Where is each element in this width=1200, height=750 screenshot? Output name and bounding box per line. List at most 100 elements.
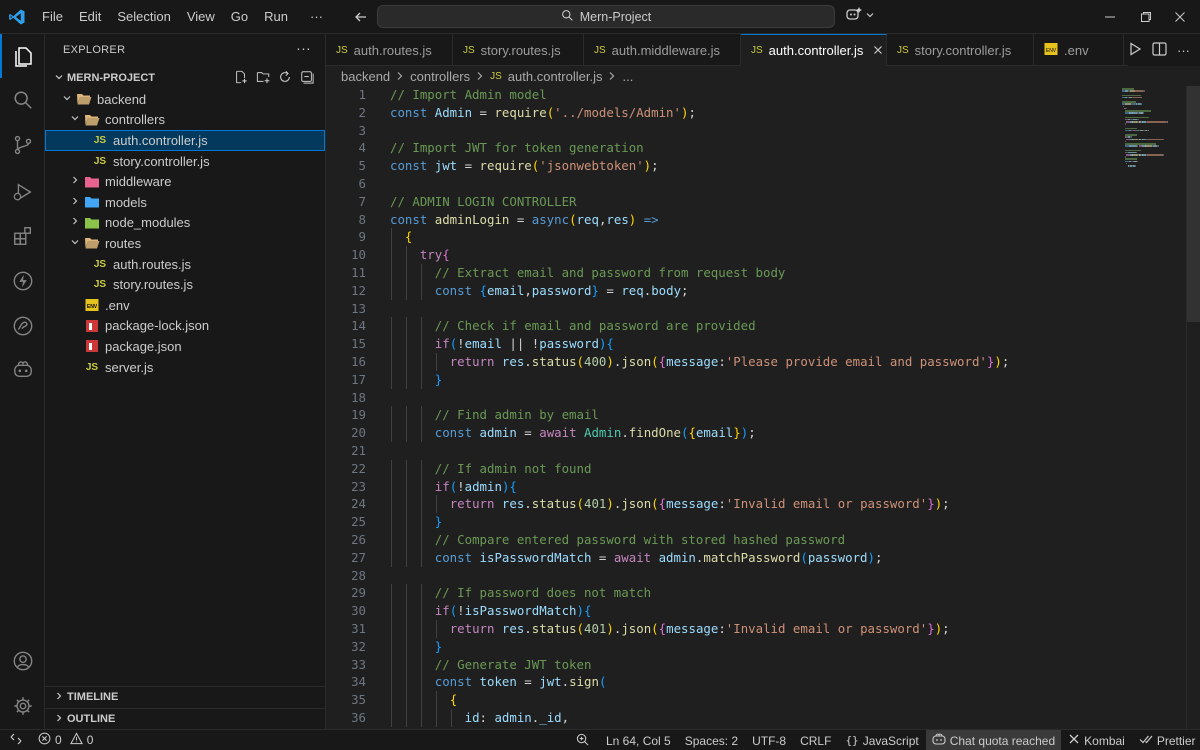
indentation[interactable]: Spaces: 2 [678, 730, 745, 750]
code-line[interactable]: 33 // Generate JWT token [326, 655, 1116, 674]
search-icon[interactable] [0, 78, 45, 122]
code-line[interactable]: 5 const jwt = require('jsonwebtoken'); [326, 157, 1116, 175]
scrollbar-thumb[interactable] [1187, 86, 1200, 322]
tree-item-story-routes-js[interactable]: JS story.routes.js [45, 274, 325, 295]
menu-selection[interactable]: Selection [109, 0, 178, 34]
menu-more-button[interactable]: ··· [302, 0, 331, 34]
tree-item-env[interactable]: ENV .env [45, 295, 325, 316]
back-arrow-icon[interactable] [349, 5, 373, 29]
tab-auth-routes[interactable]: JS auth.routes.js [326, 34, 453, 66]
prettier-status[interactable]: Prettier [1132, 730, 1200, 750]
code-line[interactable]: 30 if(!isPasswordMatch){ [326, 602, 1116, 620]
tree-item-backend[interactable]: backend [45, 89, 325, 110]
run-file-icon[interactable] [1128, 41, 1142, 59]
tree-item-node-modules[interactable]: node_modules [45, 213, 325, 234]
code-line[interactable]: 34 const token = jwt.sign( [326, 673, 1116, 692]
minimize-button[interactable] [1090, 0, 1130, 34]
code-line[interactable]: 31 return res.status(401).json({message:… [326, 620, 1116, 638]
lightning-icon[interactable] [0, 259, 45, 303]
code-line[interactable]: 6 [326, 175, 1116, 193]
code-line[interactable]: 7 // ADMIN LOGIN CONTROLLER [326, 193, 1116, 211]
tree-item-story-controller-js[interactable]: JS story.controller.js [45, 151, 325, 172]
code-line[interactable]: 18 [326, 389, 1116, 407]
tree-item-auth-routes-js[interactable]: JS auth.routes.js [45, 254, 325, 275]
tree-item-controllers[interactable]: controllers [45, 110, 325, 131]
tree-item-models[interactable]: models [45, 192, 325, 213]
breadcrumb-file[interactable]: auth.controller.js [508, 69, 603, 84]
tab-auth-controller[interactable]: JS auth.controller.js [741, 34, 887, 66]
code-line[interactable]: 23 if(!admin){ [326, 477, 1116, 496]
close-window-button[interactable] [1160, 0, 1200, 34]
code-line[interactable]: 35 { [326, 691, 1116, 709]
explorer-icon[interactable] [0, 34, 45, 78]
project-header[interactable]: MERN-PROJECT [45, 67, 325, 89]
new-folder-icon[interactable] [255, 69, 271, 85]
menu-file[interactable]: File [34, 0, 71, 34]
breadcrumb-backend[interactable]: backend [341, 69, 390, 84]
collapse-all-icon[interactable] [299, 69, 315, 85]
line-ending[interactable]: CRLF [793, 730, 838, 750]
tree-item-middleware[interactable]: middleware [45, 171, 325, 192]
code-line[interactable]: 13 [326, 300, 1116, 318]
chat-quota-status[interactable]: Chat quota reached [925, 730, 1062, 750]
code-line[interactable]: 11 // Extract email and password from re… [326, 264, 1116, 282]
tab-env[interactable]: ENV .env [1034, 34, 1124, 66]
run-debug-icon[interactable] [0, 170, 45, 214]
code-line[interactable]: 16 return res.status(400).json({message:… [326, 353, 1116, 371]
code-editor[interactable]: 1 // Import Admin model 2 const Admin = req… [326, 86, 1200, 729]
menu-edit[interactable]: Edit [71, 0, 109, 34]
close-tab-icon[interactable] [873, 43, 883, 58]
code-line[interactable]: 28 [326, 567, 1116, 585]
code-line[interactable]: 12 const {email,password} = req.body; [326, 281, 1116, 300]
zoom-button[interactable] [566, 730, 599, 750]
source-control-icon[interactable] [0, 123, 45, 167]
command-center-search[interactable]: Mern-Project [377, 5, 835, 28]
copilot-menu-button[interactable] [845, 6, 875, 25]
timeline-section[interactable]: TIMELINE [45, 686, 326, 707]
code-line[interactable]: 8 const adminLogin = async(req,res) => [326, 211, 1116, 229]
tab-story-routes[interactable]: JS story.routes.js [453, 34, 584, 66]
refresh-icon[interactable] [277, 69, 293, 85]
tree-item-package-lock-json[interactable]: package-lock.json [45, 316, 325, 337]
code-line[interactable]: 1 // Import Admin model [326, 86, 1116, 104]
encoding[interactable]: UTF-8 [745, 730, 793, 750]
code-line[interactable]: 24 return res.status(401).json({message:… [326, 495, 1116, 514]
more-actions-icon[interactable]: ··· [296, 40, 311, 56]
language-mode[interactable]: {} JavaScript [838, 730, 925, 750]
more-actions-icon[interactable]: ··· [1177, 43, 1190, 58]
tree-item-routes[interactable]: routes [45, 233, 325, 254]
code-line[interactable]: 26 // Compare entered password with stor… [326, 531, 1116, 549]
code-line[interactable]: 4 // Import JWT for token generation [326, 139, 1116, 157]
code-line[interactable]: 19 // Find admin by email [326, 406, 1116, 425]
tab-story-controller[interactable]: JS story.controller.js [887, 34, 1034, 66]
docker-icon[interactable] [0, 304, 45, 348]
code-line[interactable]: 15 if(!email || !password){ [326, 335, 1116, 353]
outline-section[interactable]: OUTLINE [45, 708, 326, 729]
code-line[interactable]: 3 [326, 122, 1116, 140]
breadcrumb-symbol[interactable]: ... [622, 69, 633, 84]
code-line[interactable]: 25 } [326, 513, 1116, 531]
cursor-position[interactable]: Ln 64, Col 5 [599, 730, 678, 750]
code-line[interactable]: 22 // If admin not found [326, 459, 1116, 478]
tab-auth-middleware[interactable]: JS auth.middleware.js [584, 34, 741, 66]
code-line[interactable]: 20 const admin = await Admin.findOne({em… [326, 424, 1116, 442]
problems-indicator[interactable]: 0 0 [32, 730, 99, 750]
code-line[interactable]: 32 } [326, 637, 1116, 656]
minimap[interactable] [1120, 86, 1186, 186]
code-line[interactable]: 17 } [326, 370, 1116, 389]
extensions-icon[interactable] [0, 214, 45, 258]
code-line[interactable]: 36 id: admin._id, [326, 709, 1116, 727]
split-editor-icon[interactable] [1152, 41, 1167, 59]
code-line[interactable]: 10 try{ [326, 246, 1116, 264]
settings-gear-icon[interactable] [0, 684, 45, 728]
code-line[interactable]: 9 { [326, 228, 1116, 247]
menu-view[interactable]: View [179, 0, 223, 34]
code-line[interactable]: 2 const Admin = require('../models/Admin'… [326, 104, 1116, 122]
new-file-icon[interactable] [233, 69, 249, 85]
tree-item-auth-controller-js[interactable]: JS auth.controller.js [45, 130, 325, 151]
tree-item-package-json[interactable]: package.json [45, 336, 325, 357]
menu-go[interactable]: Go [223, 0, 256, 34]
remote-indicator[interactable] [0, 730, 32, 750]
code-line[interactable]: 14 // Check if email and password are pr… [326, 317, 1116, 336]
kombai-status[interactable]: Kombai [1061, 730, 1132, 750]
